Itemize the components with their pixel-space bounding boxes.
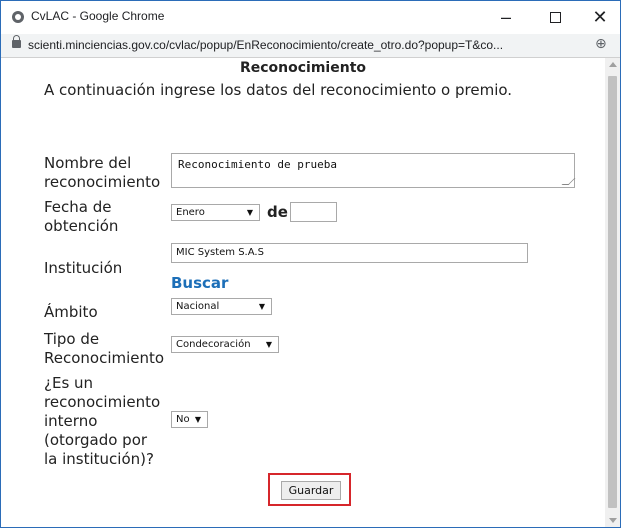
fecha-label: Fecha de obtención	[44, 198, 119, 235]
ambito-select[interactable]: Nacional ▼	[171, 298, 272, 315]
chevron-down-icon: ▼	[194, 415, 201, 424]
institucion-input[interactable]: MIC System S.A.S	[171, 243, 528, 263]
ambito-label: Ámbito	[44, 303, 98, 321]
institucion-label: Institución	[44, 259, 123, 277]
close-button[interactable]: ✕	[586, 5, 614, 29]
de-label: de	[267, 203, 288, 221]
guardar-button[interactable]: Guardar	[281, 481, 341, 500]
page-title: Reconocimiento	[239, 60, 367, 76]
tipo-label: Tipo de Reconocimiento	[44, 330, 165, 367]
chrome-icon	[12, 11, 24, 23]
chevron-down-icon: ▼	[246, 208, 253, 217]
url-text[interactable]: scienti.minciencias.gov.co/cvlac/popup/E…	[28, 38, 503, 52]
nombre-label: Nombre del reconocimiento	[44, 154, 161, 191]
chevron-down-icon: ▼	[258, 302, 265, 311]
buscar-link[interactable]: Buscar	[171, 274, 228, 292]
form-content: Reconocimiento A continuación ingrese lo…	[1, 58, 605, 527]
scroll-up-icon[interactable]	[609, 62, 617, 67]
vertical-scrollbar[interactable]	[605, 58, 620, 527]
tipo-select[interactable]: Condecoración ▼	[171, 336, 279, 353]
scroll-thumb[interactable]	[608, 76, 617, 508]
guardar-highlight: Guardar	[268, 473, 351, 506]
window-title: CvLAC - Google Chrome	[31, 9, 165, 23]
address-bar[interactable]: scienti.minciencias.gov.co/cvlac/popup/E…	[1, 34, 620, 58]
nombre-textarea[interactable]: Reconocimiento de prueba	[171, 153, 575, 188]
chevron-down-icon: ▼	[265, 340, 272, 349]
lock-icon	[12, 35, 21, 48]
intro-text: A continuación ingrese los datos del rec…	[44, 81, 513, 99]
title-bar: CvLAC - Google Chrome – ✕	[1, 1, 620, 34]
anio-input[interactable]	[290, 202, 337, 222]
minimize-button[interactable]: –	[492, 5, 520, 29]
scroll-down-icon[interactable]	[609, 518, 617, 523]
interno-label: ¿Es un reconocimiento interno (otorgado …	[44, 374, 161, 468]
browser-window: CvLAC - Google Chrome – ✕ scienti.mincie…	[0, 0, 621, 528]
zoom-icon[interactable]: ⊕	[595, 36, 607, 52]
interno-select[interactable]: No ▼	[171, 411, 208, 428]
maximize-button[interactable]	[541, 5, 569, 29]
mes-select[interactable]: Enero ▼	[171, 204, 260, 221]
